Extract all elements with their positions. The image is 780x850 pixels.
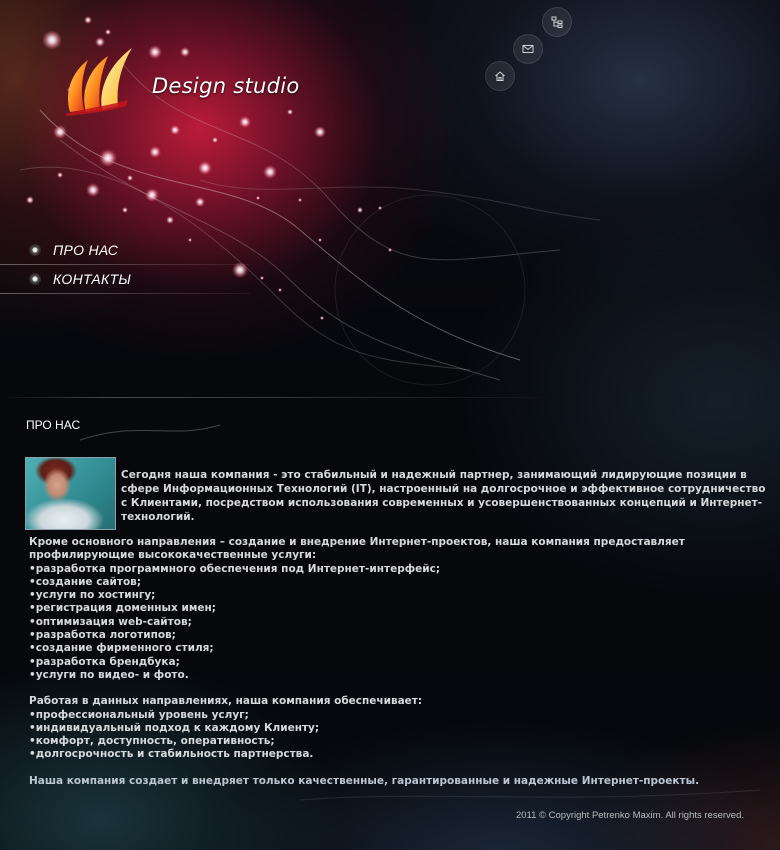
profile-photo	[25, 457, 116, 530]
list-item: разработка программного обеспечения под …	[29, 563, 774, 576]
services-list: разработка программного обеспечения под …	[29, 563, 774, 683]
brand-logo-icon	[66, 48, 132, 116]
mail-icon[interactable]	[513, 34, 543, 64]
brand-name: Design studio	[152, 74, 300, 98]
list-item: комфорт, доступность, оперативность;	[29, 735, 774, 748]
content-body: Кроме основного направления – создание и…	[29, 536, 774, 788]
closing-text: Наша компания создает и внедряет только …	[29, 774, 700, 787]
services-intro: Кроме основного направления – создание и…	[29, 536, 685, 562]
page-title: ПРО НАС	[26, 418, 81, 432]
benefits-intro: Работая в данных направлениях, наша комп…	[29, 695, 423, 708]
list-item: оптимизация web-сайтов;	[29, 616, 774, 629]
nav-item-label: КОНТАКТЫ	[53, 271, 132, 287]
header-divider	[0, 397, 560, 398]
page-background: Design studio ПРО НАС КОНТАКТЫ ПРО НАС С…	[0, 0, 780, 850]
main-nav: ПРО НАС КОНТАКТЫ	[0, 236, 260, 294]
list-item: услуги по видео- и фото.	[29, 669, 774, 682]
nav-item-about[interactable]: ПРО НАС	[0, 236, 260, 264]
footer-copyright: 2011 © Copyright Petrenko Maxim. All rig…	[515, 810, 744, 821]
sitemap-icon[interactable]	[542, 7, 572, 37]
nav-divider	[0, 293, 250, 294]
list-item: долгосрочность и стабильность партнерств…	[29, 748, 774, 761]
list-item: профессиональный уровень услуг;	[29, 709, 774, 722]
nav-item-label: ПРО НАС	[53, 242, 119, 258]
list-item: услуги по хостингу;	[29, 589, 774, 602]
list-item: разработка логотипов;	[29, 629, 774, 642]
nav-item-contacts[interactable]: КОНТАКТЫ	[0, 265, 260, 293]
home-icon[interactable]	[485, 61, 515, 91]
nav-bullet-icon	[29, 244, 41, 256]
benefits-list: профессиональный уровень услуг; индивиду…	[29, 709, 774, 762]
list-item: создание сайтов;	[29, 576, 774, 589]
nav-bullet-icon	[29, 273, 41, 285]
list-item: индивидуальный подход к каждому Клиенту;	[29, 722, 774, 735]
list-item: создание фирменного стиля;	[29, 642, 774, 655]
list-item: разработка брендбука;	[29, 656, 774, 669]
intro-text: Сегодня наша компания - это стабильный и…	[121, 469, 766, 523]
list-item: регистрация доменных имен;	[29, 602, 774, 615]
